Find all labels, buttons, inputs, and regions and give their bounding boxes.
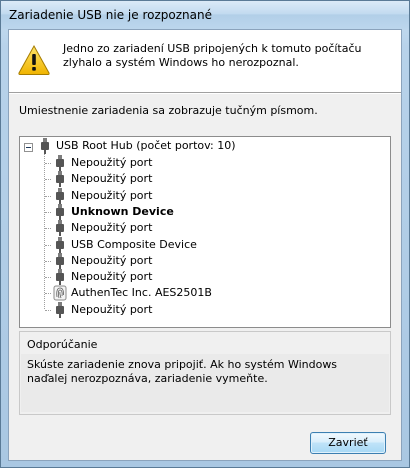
title-bar[interactable]: Zariadenie USB nie je rozpoznané — [1, 1, 409, 29]
usb-plug-icon — [56, 155, 64, 171]
tree-connector — [45, 179, 51, 181]
recommendation-title: Odporúčanie — [27, 338, 98, 351]
tree-item[interactable]: Nepoužitý port — [53, 301, 293, 318]
warning-icon — [18, 44, 50, 75]
recommendation-group: Odporúčanie Skúste zariadenie znova prip… — [19, 331, 391, 415]
tree-connector — [45, 163, 51, 164]
header-message: Jedno zo zariadení USB pripojených k tom… — [63, 42, 362, 69]
device-tree[interactable]: USB Root Hub (počet portov: 10) Nepoužit… — [19, 136, 391, 328]
recommendation-text: Skúste zariadenie znova pripojiť. Ak ho … — [27, 358, 338, 385]
tree-item-label: Nepoužitý port — [71, 270, 153, 284]
tree-item-label: USB Composite Device — [71, 237, 197, 251]
tree-item-label: Nepoužitý port — [71, 172, 153, 186]
tree-item[interactable]: Nepoužitý port — [53, 171, 293, 188]
tree-root-label: USB Root Hub (počet portov: 10) — [56, 139, 236, 152]
usb-plug-icon — [56, 187, 64, 204]
tree-item[interactable]: Nepoužitý port — [53, 220, 293, 237]
tree-item-label: AuthenTec Inc. AES2501B — [71, 286, 212, 300]
tree-root-item[interactable]: USB Root Hub (počet portov: 10) — [38, 138, 278, 154]
location-label: Umiestnenie zariadenia sa zobrazuje tučn… — [19, 104, 318, 117]
tree-item-label: Nepoužitý port — [71, 156, 153, 169]
tree-connector — [45, 277, 51, 279]
dialog-client-area: Jedno zo zariadení USB pripojených k tom… — [8, 29, 402, 461]
tree-item[interactable]: Nepoužitý port — [53, 187, 293, 204]
header-divider-highlight — [9, 93, 401, 94]
header-panel: Jedno zo zariadení USB pripojených k tom… — [9, 30, 401, 92]
close-button[interactable]: Zavrieť — [310, 432, 386, 454]
tree-connector — [45, 244, 51, 246]
usb-plug-icon — [41, 138, 49, 154]
tree-connector — [45, 260, 51, 262]
tree-item[interactable]: Unknown Device — [53, 203, 293, 220]
dialog-window: Zariadenie USB nie je rozpoznané Jedno z… — [0, 0, 410, 468]
usb-plug-icon — [56, 220, 64, 237]
tree-collapse-toggle[interactable] — [24, 143, 33, 152]
tree-item-label: Nepoužitý port — [71, 221, 153, 235]
tree-connector — [45, 228, 51, 230]
fingerprint-icon — [53, 285, 67, 301]
tree-connector-line — [44, 153, 45, 309]
tree-connector — [45, 309, 51, 311]
window-title: Zariadenie USB nie je rozpoznané — [9, 8, 212, 22]
usb-plug-icon — [56, 203, 64, 220]
tree-connector — [45, 211, 51, 213]
usb-plug-icon — [56, 301, 64, 318]
recommendation-panel: Skúste zariadenie znova pripojiť. Ak ho … — [21, 354, 389, 412]
tree-connector — [45, 195, 51, 197]
usb-plug-icon — [56, 236, 64, 253]
tree-item-label: Nepoužitý port — [71, 302, 153, 316]
tree-item-label: Nepoužitý port — [71, 188, 153, 202]
tree-item[interactable]: Nepoužitý port — [53, 252, 293, 269]
usb-plug-icon — [56, 171, 64, 188]
tree-item[interactable]: Nepoužitý port — [53, 269, 293, 286]
tree-item-label: Nepoužitý port — [71, 253, 153, 267]
tree-item[interactable]: AuthenTec Inc. AES2501B — [53, 285, 293, 301]
usb-plug-icon — [56, 269, 64, 286]
tree-item[interactable]: USB Composite Device — [53, 236, 293, 253]
tree-item[interactable]: Nepoužitý port — [53, 155, 293, 171]
tree-connector — [45, 293, 51, 295]
tree-item-label: Unknown Device — [71, 204, 174, 218]
usb-plug-icon — [56, 252, 64, 269]
